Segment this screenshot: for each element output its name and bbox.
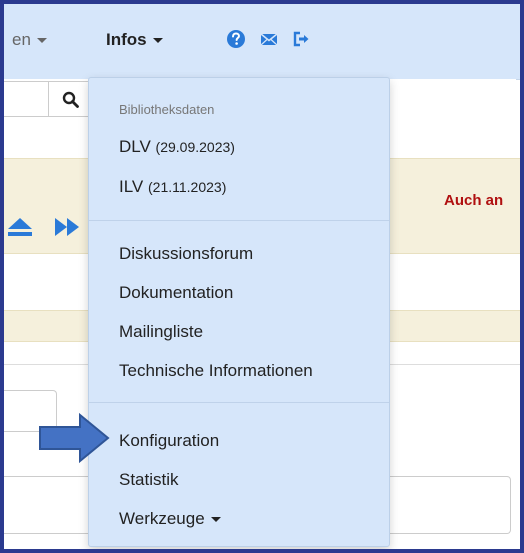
search-button[interactable]	[48, 81, 90, 117]
sign-out-icon[interactable]	[290, 28, 312, 50]
alert-text: Auch an	[444, 192, 504, 209]
caret-down-icon	[210, 517, 221, 523]
menu-item-ilv[interactable]: ILV (21.11.2023)	[119, 177, 226, 197]
menu-item-konfiguration[interactable]: Konfiguration	[119, 431, 219, 451]
search-icon	[62, 91, 79, 108]
infos-dropdown-menu: Bibliotheksdaten DLV (29.09.2023) ILV (2…	[88, 77, 390, 547]
search-input[interactable]	[4, 81, 49, 117]
annotation-arrow-icon	[39, 412, 110, 464]
eject-icon[interactable]	[6, 216, 34, 238]
caret-down-icon	[36, 38, 47, 44]
menu-item-dokumentation[interactable]: Dokumentation	[119, 283, 233, 303]
menu-item-mailingliste[interactable]: Mailingliste	[119, 322, 203, 342]
menu-divider	[89, 402, 389, 403]
menu-item-diskussionsforum[interactable]: Diskussionsforum	[119, 244, 253, 264]
menu-item-technische-informationen[interactable]: Technische Informationen	[119, 361, 313, 381]
nav-menu-partial[interactable]: en	[12, 30, 47, 50]
top-navbar: en Infos	[4, 4, 520, 80]
menu-header-bibliotheksdaten: Bibliotheksdaten	[119, 102, 215, 117]
menu-item-dlv[interactable]: DLV (29.09.2023)	[119, 137, 235, 157]
nav-menu-infos[interactable]: Infos	[106, 30, 163, 50]
menu-item-werkzeuge[interactable]: Werkzeuge	[119, 509, 221, 529]
app-window: en Infos Auch an Bibliotheksdaten DLV (2…	[4, 4, 520, 549]
question-circle-icon[interactable]	[225, 28, 247, 50]
menu-item-statistik[interactable]: Statistik	[119, 470, 179, 490]
caret-down-icon	[152, 38, 163, 44]
menu-divider	[89, 220, 389, 221]
envelope-icon[interactable]	[258, 28, 280, 50]
fast-forward-icon[interactable]	[54, 216, 84, 238]
